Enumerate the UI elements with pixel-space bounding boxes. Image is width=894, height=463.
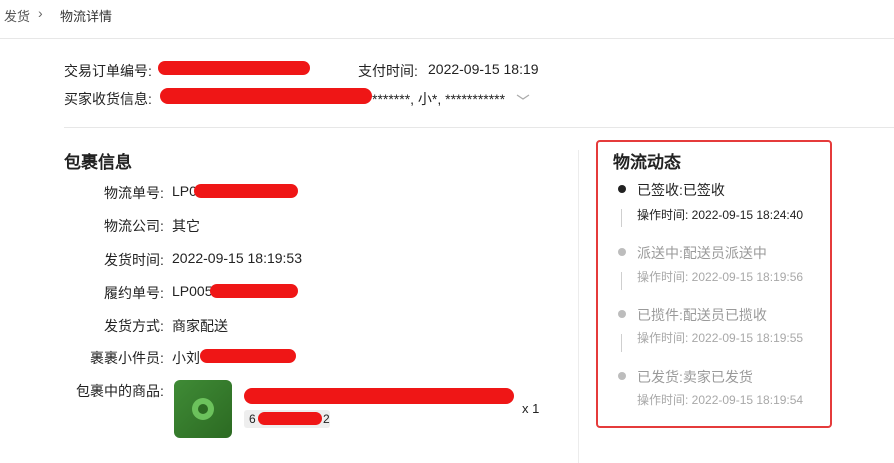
courier-label: 裹裹小件员: — [90, 350, 164, 366]
page-title: 物流详情 — [60, 9, 113, 24]
fulfillment-number-label: 履约单号: — [104, 285, 164, 301]
breadcrumb-parent-link[interactable]: 发货 — [4, 6, 30, 25]
timeline-event-title: 已签收:已签收 — [637, 182, 725, 198]
redaction-courier-name — [200, 349, 296, 363]
timeline-dot — [618, 248, 626, 256]
redaction-tracking-number — [194, 184, 298, 198]
timeline-connector — [621, 334, 622, 352]
carrier-label: 物流公司: — [104, 218, 164, 234]
pay-time-value: 2022-09-15 18:19 — [428, 61, 539, 77]
logistics-title: 物流动态 — [613, 153, 681, 172]
ship-method-value: 商家配送 — [172, 318, 228, 334]
redaction-product-name — [244, 388, 514, 404]
header-divider — [0, 38, 894, 39]
column-divider — [578, 150, 579, 463]
buyer-info-label: 买家收货信息: — [64, 91, 152, 107]
product-thumbnail[interactable] — [174, 380, 232, 438]
product-image-icon — [192, 398, 214, 420]
timeline-dot — [618, 310, 626, 318]
buyer-info-value: *******, 小*, *********** — [372, 91, 506, 107]
timeline-event-time: 操作时间: 2022-09-15 18:19:55 — [637, 331, 804, 345]
timeline-event-title: 已揽件:配送员已揽收 — [637, 307, 767, 323]
timeline-event-time: 操作时间: 2022-09-15 18:19:56 — [637, 270, 804, 284]
product-code-suffix: 2 — [323, 412, 330, 426]
redaction-fulfillment-number — [210, 284, 298, 298]
redaction-product-code — [258, 412, 322, 425]
courier-value: 小刘 — [172, 350, 200, 366]
tracking-number-label: 物流单号: — [104, 185, 164, 201]
timeline-event-title: 已发货:卖家已发货 — [637, 369, 753, 385]
product-code-prefix: 6 — [249, 412, 256, 426]
product-quantity: x 1 — [522, 401, 540, 416]
timeline-event-time: 操作时间: 2022-09-15 18:24:40 — [637, 208, 804, 222]
timeline-event-title: 派送中:配送员派送中 — [637, 245, 767, 261]
ship-time-label: 发货时间: — [104, 252, 164, 268]
chevron-right-icon: › — [38, 5, 43, 21]
pay-time-label: 支付时间: — [358, 63, 418, 79]
fulfillment-number-value: LP005 — [172, 283, 213, 299]
ship-time-value: 2022-09-15 18:19:53 — [172, 250, 302, 266]
chevron-down-icon[interactable] — [514, 89, 532, 103]
order-number-label: 交易订单编号: — [64, 63, 152, 79]
timeline-connector — [621, 209, 622, 227]
package-info-title: 包裹信息 — [64, 153, 132, 172]
goods-label: 包裹中的商品: — [76, 383, 164, 399]
redaction-buyer-info — [160, 88, 372, 104]
ship-method-label: 发货方式: — [104, 318, 164, 334]
redaction-order-number — [158, 61, 310, 75]
timeline-connector — [621, 272, 622, 290]
timeline-dot-active — [618, 185, 626, 193]
section-divider — [64, 127, 894, 128]
timeline-event-time: 操作时间: 2022-09-15 18:19:54 — [637, 393, 804, 407]
timeline-dot — [618, 372, 626, 380]
carrier-value: 其它 — [172, 218, 200, 234]
